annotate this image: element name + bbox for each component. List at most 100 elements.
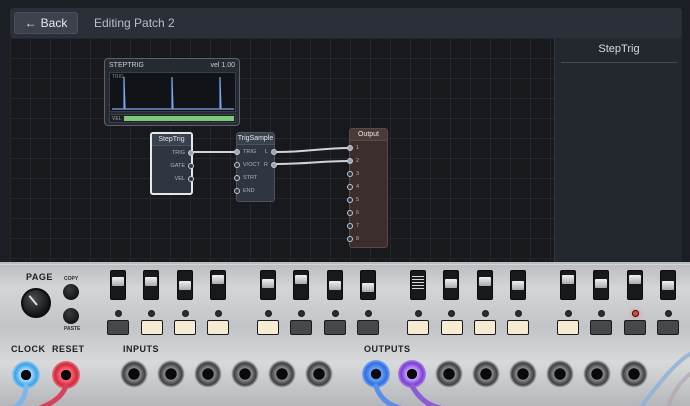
trigsample-port-voct[interactable]: V/OCT [234,162,260,168]
output-port-8[interactable]: 8 [347,236,359,242]
output-port-1[interactable]: 1 [347,145,359,151]
trigsample-port-l[interactable]: L [265,149,277,155]
port-dot[interactable] [234,175,240,181]
step-button-15[interactable] [624,320,646,335]
step-button-16[interactable] [657,320,679,335]
step-fader-14[interactable] [593,270,609,300]
step-fader-4[interactable] [210,270,226,300]
port-dot[interactable] [271,162,277,168]
trigsample-port-trig[interactable]: TRIG [234,149,256,155]
port-dot[interactable] [188,163,194,169]
port-dot[interactable] [188,176,194,182]
step-fader-2[interactable] [143,270,159,300]
port-dot[interactable] [234,149,240,155]
node-steptrig[interactable]: StepTrig TRIG GATE VEL [150,132,194,195]
fader-cap[interactable] [445,279,457,288]
back-button[interactable]: ← Back [14,12,78,34]
port-dot[interactable] [347,158,353,164]
output-port-2[interactable]: 2 [347,158,359,164]
port-dot[interactable] [271,149,277,155]
port-dot[interactable] [347,236,353,242]
fader-cap[interactable] [112,277,124,286]
step-button-1[interactable] [107,320,129,335]
trigsample-port-end[interactable]: END [234,188,255,194]
output-port-3[interactable]: 3 [347,171,359,177]
output-port-4[interactable]: 4 [347,184,359,190]
output-jack-4[interactable] [472,360,500,388]
output-port-7[interactable]: 7 [347,223,359,229]
fader-cap[interactable] [212,275,224,284]
step-fader-11[interactable] [477,270,493,300]
reset-jack[interactable] [52,361,80,389]
step-fader-5[interactable] [260,270,276,300]
output-jack-1[interactable] [362,360,390,388]
step-fader-12[interactable] [510,270,526,300]
fader-cap[interactable] [629,275,641,284]
port-dot[interactable] [347,171,353,177]
step-button-12[interactable] [507,320,529,335]
step-fader-16[interactable] [660,270,676,300]
port-dot[interactable] [347,223,353,229]
fader-cap[interactable] [562,275,574,284]
step-fader-1[interactable] [110,270,126,300]
output-jack-6[interactable] [546,360,574,388]
input-jack-2[interactable] [157,360,185,388]
fader-cap[interactable] [329,281,341,290]
step-fader-10[interactable] [443,270,459,300]
step-button-6[interactable] [290,320,312,335]
page-knob[interactable] [21,288,51,318]
output-port-5[interactable]: 5 [347,197,359,203]
input-jack-1[interactable] [120,360,148,388]
step-button-3[interactable] [174,320,196,335]
patch-canvas[interactable]: STEPTRIG vel 1.00 TRIG VEL StepTrig TRIG… [10,38,554,262]
step-button-14[interactable] [590,320,612,335]
step-button-5[interactable] [257,320,279,335]
steptrig-scope-module[interactable]: STEPTRIG vel 1.00 TRIG VEL [104,58,240,126]
fader-cap[interactable] [512,281,524,290]
step-button-4[interactable] [207,320,229,335]
step-fader-3[interactable] [177,270,193,300]
output-jack-2[interactable] [398,360,426,388]
step-fader-15[interactable] [627,270,643,300]
output-jack-5[interactable] [509,360,537,388]
port-dot[interactable] [234,188,240,194]
trigsample-port-r[interactable]: R [264,162,277,168]
input-jack-4[interactable] [231,360,259,388]
output-jack-3[interactable] [435,360,463,388]
input-jack-3[interactable] [194,360,222,388]
step-fader-6[interactable] [293,270,309,300]
steptrig-port-trig[interactable]: TRIG [172,150,194,156]
port-dot[interactable] [188,150,194,156]
step-button-9[interactable] [407,320,429,335]
clock-jack[interactable] [12,361,40,389]
fader-cap[interactable] [362,283,374,292]
trigsample-port-strt[interactable]: STRT [234,175,257,181]
step-fader-9[interactable] [410,270,426,300]
input-jack-5[interactable] [268,360,296,388]
fader-cap[interactable] [412,276,424,290]
fader-cap[interactable] [145,277,157,286]
step-button-8[interactable] [357,320,379,335]
port-dot[interactable] [347,184,353,190]
step-button-2[interactable] [141,320,163,335]
step-fader-7[interactable] [327,270,343,300]
fader-cap[interactable] [262,279,274,288]
output-jack-7[interactable] [583,360,611,388]
input-jack-6[interactable] [305,360,333,388]
steptrig-port-gate[interactable]: GATE [170,163,194,169]
port-dot[interactable] [347,210,353,216]
step-button-13[interactable] [557,320,579,335]
steptrig-port-vel[interactable]: VEL [175,176,194,182]
step-button-7[interactable] [324,320,346,335]
fader-cap[interactable] [295,275,307,284]
fader-cap[interactable] [479,277,491,286]
port-dot[interactable] [234,162,240,168]
fader-cap[interactable] [595,279,607,288]
fader-cap[interactable] [179,281,191,290]
step-button-10[interactable] [441,320,463,335]
step-button-11[interactable] [474,320,496,335]
port-dot[interactable] [347,145,353,151]
node-trigsample[interactable]: TrigSample TRIG V/OCT STRT END L R [234,132,277,202]
step-fader-13[interactable] [560,270,576,300]
copy-button[interactable] [63,284,79,300]
